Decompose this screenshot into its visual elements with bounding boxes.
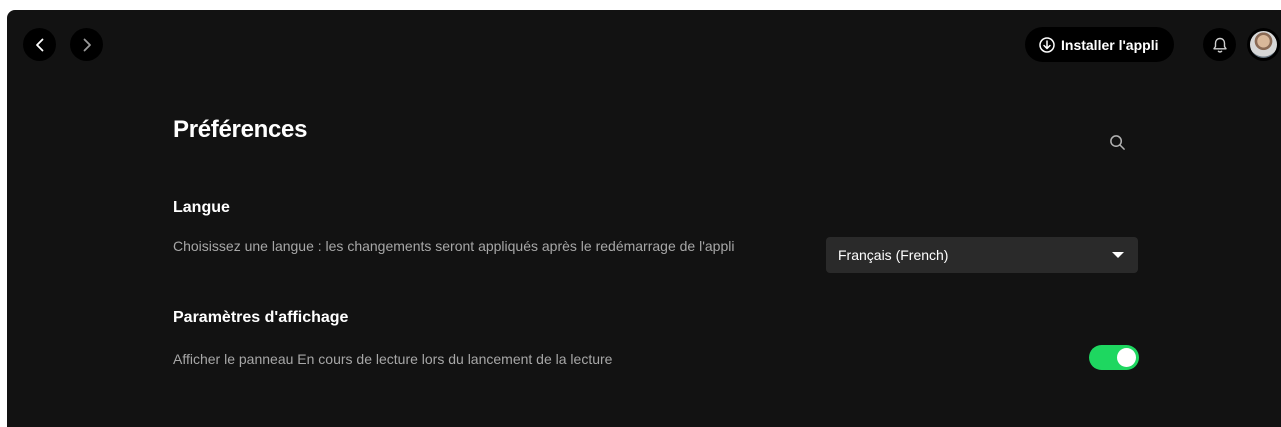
language-select[interactable]: Français (French) <box>826 237 1138 273</box>
download-circle-icon <box>1039 36 1055 53</box>
search-icon <box>1109 134 1125 150</box>
install-app-button[interactable]: Installer l'appli <box>1025 27 1175 62</box>
back-button[interactable] <box>23 28 56 61</box>
language-description: Choisissez une langue : les changements … <box>173 238 735 254</box>
caret-down-icon <box>1112 252 1124 258</box>
forward-button[interactable] <box>70 28 103 61</box>
avatar <box>1250 31 1277 58</box>
language-section-title: Langue <box>173 199 230 216</box>
page-title: Préférences <box>173 116 308 143</box>
display-section-title: Paramètres d'affichage <box>173 309 349 326</box>
toggle-knob <box>1117 348 1136 367</box>
language-selected-value: Français (French) <box>838 247 949 263</box>
chevron-left-icon <box>35 38 43 51</box>
notifications-button[interactable] <box>1203 28 1236 61</box>
now-playing-panel-description: Afficher le panneau En cours de lecture … <box>173 351 613 367</box>
bell-icon <box>1212 37 1227 53</box>
profile-button[interactable] <box>1247 28 1280 61</box>
install-app-label: Installer l'appli <box>1061 36 1159 53</box>
search-settings-button[interactable] <box>1103 128 1131 156</box>
chevron-right-icon <box>83 38 91 51</box>
settings-window: Installer l'appli Préférences Langue Cho… <box>7 10 1281 427</box>
now-playing-panel-toggle[interactable] <box>1089 345 1139 370</box>
